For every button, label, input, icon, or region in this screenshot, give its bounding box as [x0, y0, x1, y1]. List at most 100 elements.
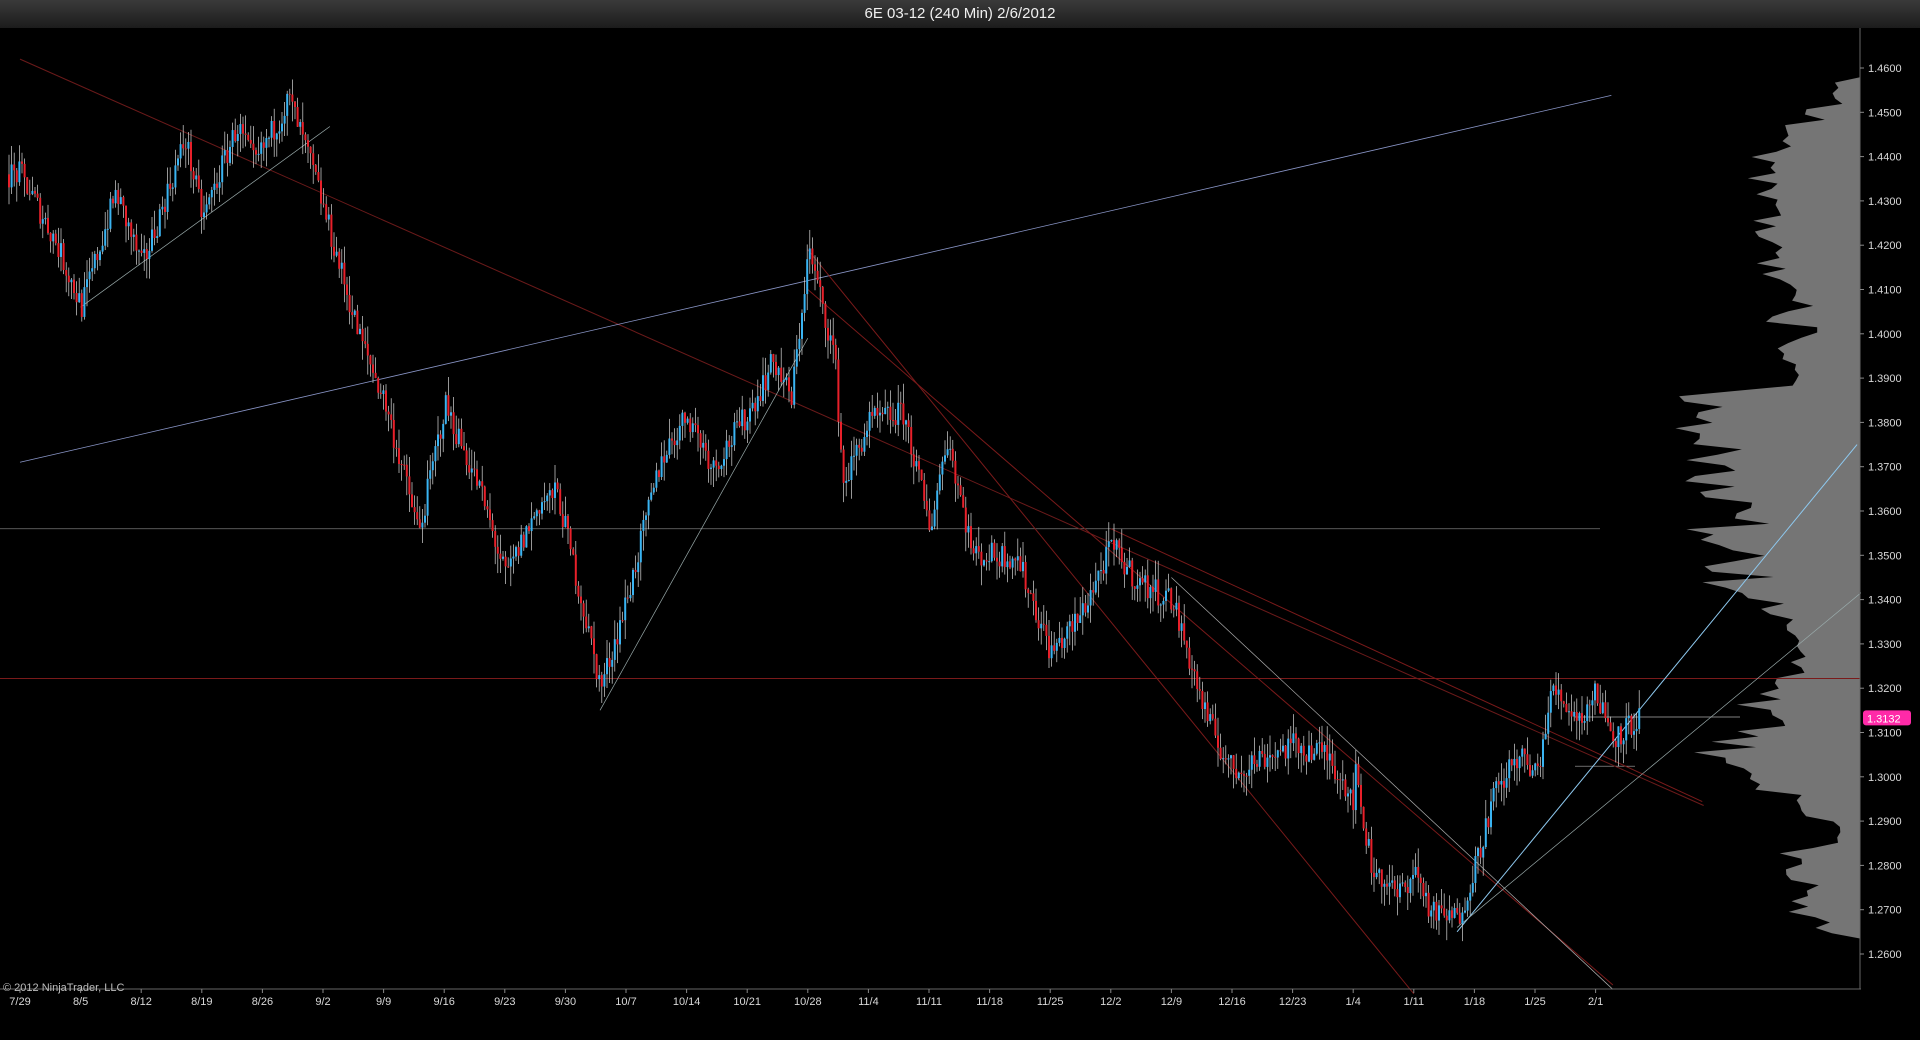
candle-up	[1165, 590, 1167, 601]
candle-up	[1513, 758, 1516, 766]
candle-down	[325, 204, 328, 220]
candle-up	[905, 420, 907, 425]
candle-up	[195, 175, 198, 180]
x-tick-label: 1/4	[1346, 996, 1361, 1008]
candle-up	[639, 530, 642, 563]
candle-up	[629, 595, 632, 599]
candle-up	[1594, 683, 1596, 701]
candle-down	[1396, 889, 1399, 898]
candle-down	[169, 183, 172, 189]
candle-up	[1144, 575, 1147, 583]
candle-up	[931, 526, 933, 531]
candle-down	[317, 172, 320, 181]
candle-up	[502, 556, 504, 559]
candle-up	[156, 236, 159, 239]
candle-up	[587, 626, 590, 629]
candle-down	[858, 444, 861, 448]
x-tick-label: 10/14	[673, 996, 701, 1008]
candle-down	[366, 343, 369, 356]
candle-down	[398, 448, 400, 464]
candle-down	[377, 378, 380, 393]
candle-down	[834, 344, 837, 360]
candle-down	[361, 328, 364, 342]
candle-down	[814, 264, 816, 271]
x-tick-label: 9/9	[376, 996, 391, 1008]
candle-down	[57, 243, 60, 257]
candle-down	[1123, 561, 1126, 575]
candle-down	[972, 548, 975, 554]
candle-down	[1224, 758, 1227, 760]
candle-down	[1406, 886, 1409, 894]
candle-up	[720, 465, 723, 470]
candle-up	[1383, 883, 1386, 887]
candle-up	[793, 366, 796, 405]
candle-up	[1635, 728, 1638, 732]
candle-up	[1022, 561, 1024, 572]
x-tick-label: 12/16	[1218, 996, 1246, 1008]
candle-up	[1490, 801, 1492, 828]
candle-down	[764, 375, 767, 390]
candle-up	[897, 402, 900, 425]
candle-down	[346, 284, 348, 295]
candle-down	[1445, 915, 1448, 921]
candle-up	[650, 492, 653, 500]
price-chart[interactable]: 1.4600 1.4500 1.4400 1.4300 1.4200 1.4100 1.40…	[0, 28, 1920, 1040]
candle-down	[1120, 547, 1123, 562]
candle-down	[717, 465, 720, 470]
candle-down	[881, 412, 884, 415]
candle-up	[99, 251, 101, 261]
candle-up	[564, 515, 567, 528]
candle-down	[699, 433, 702, 448]
candle-down	[1295, 733, 1297, 739]
candle-up	[782, 380, 785, 382]
candle-up	[676, 440, 679, 446]
candle-up	[1391, 880, 1394, 883]
candle-down	[1352, 789, 1355, 811]
candle-down	[36, 193, 39, 198]
candle-down	[62, 243, 65, 271]
candle-down	[117, 189, 120, 205]
candle-down	[49, 232, 52, 242]
candle-up	[1282, 745, 1284, 752]
candle-up	[1448, 910, 1451, 921]
candle-down	[704, 442, 707, 451]
candle-down	[1370, 839, 1373, 873]
candle-down	[1019, 556, 1022, 572]
candle-down	[998, 561, 1001, 567]
candle-down	[1061, 637, 1063, 648]
candle-down	[67, 275, 70, 283]
candle-down	[821, 287, 824, 304]
candle-down	[907, 420, 910, 427]
candle-down	[1289, 738, 1292, 744]
candle-down	[247, 134, 250, 140]
candle-down	[634, 569, 637, 573]
candle-down	[616, 639, 619, 645]
candle-down	[1321, 742, 1323, 752]
candle-down	[962, 495, 965, 508]
candle-down	[1240, 772, 1243, 775]
candle-down	[1232, 755, 1235, 769]
candle-down	[671, 438, 673, 441]
candle-down	[1185, 640, 1188, 648]
candle-down	[8, 174, 10, 188]
candle-down	[184, 148, 187, 150]
candle-up	[1508, 759, 1511, 779]
candle-down	[559, 489, 562, 515]
candle-down	[364, 341, 367, 344]
candle-down	[1191, 668, 1193, 670]
candle-down	[1076, 613, 1079, 623]
candle-down	[476, 469, 478, 486]
candle-up	[93, 253, 96, 269]
candle-down	[658, 470, 660, 478]
candle-up	[70, 279, 73, 283]
candle-up	[1568, 711, 1570, 713]
candle-down	[307, 140, 309, 147]
candle-down	[418, 519, 421, 528]
candle-down	[455, 434, 458, 445]
candle-up	[1050, 645, 1053, 659]
x-tick-label: 11/4	[858, 996, 879, 1008]
candle-down	[600, 675, 603, 687]
candle-down	[1331, 753, 1334, 766]
candle-up	[611, 659, 614, 667]
candle-down	[1032, 593, 1035, 601]
